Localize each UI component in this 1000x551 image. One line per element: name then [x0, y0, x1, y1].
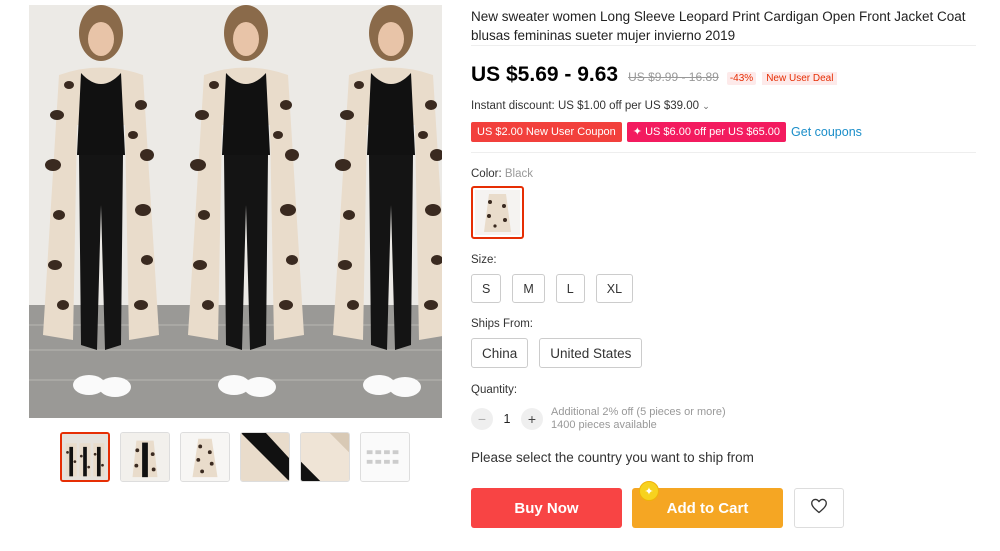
price-row: US $5.69 - 9.63 US $9.99 - 16.89 -43% Ne…	[471, 63, 976, 87]
size-options: S M L XL	[471, 274, 976, 303]
store-coupon[interactable]: ✦ US $6.00 off per US $65.00	[626, 122, 787, 142]
add-to-cart-button[interactable]: ✦ Add to Cart	[632, 481, 783, 528]
thumbnail-strip	[60, 432, 410, 482]
buy-now-button[interactable]: Buy Now	[471, 488, 622, 528]
coupon-row: US $2.00 New User Coupon ✦ US $6.00 off …	[471, 122, 976, 153]
chevron-down-icon: ⌄	[702, 101, 710, 111]
wishlist-button[interactable]	[794, 488, 844, 528]
ships-from-united-states[interactable]: United States	[539, 338, 643, 368]
thumbnail-4[interactable]	[240, 432, 290, 482]
instant-discount[interactable]: Instant discount: US $1.00 off per US $3…	[471, 100, 976, 112]
size-label: Size:	[471, 254, 497, 266]
add-to-cart-label: Add to Cart	[666, 499, 749, 517]
quantity-discount-note: Additional 2% off (5 pieces or more)	[551, 406, 726, 418]
shipping-message: Please select the country you want to sh…	[471, 450, 754, 465]
ships-from-china[interactable]: China	[471, 338, 529, 368]
thumbnail-5[interactable]	[300, 432, 350, 482]
product-info-panel: New sweater women Long Sleeve Leopard Pr…	[471, 0, 976, 528]
thumbnail-6[interactable]	[360, 432, 410, 482]
instant-discount-text: Instant discount: US $1.00 off per US $3…	[471, 100, 700, 112]
get-coupons-link[interactable]: Get coupons	[791, 125, 862, 139]
ships-from-label: Ships From:	[471, 318, 533, 330]
current-price: US $5.69 - 9.63	[471, 63, 619, 86]
product-main-image[interactable]	[29, 5, 442, 418]
size-option-m[interactable]: M	[512, 274, 545, 303]
heart-icon	[810, 498, 828, 519]
new-user-deal-badge: New User Deal	[762, 72, 838, 85]
quantity-increase-button[interactable]: +	[521, 408, 543, 430]
swatch-image	[475, 190, 520, 235]
discount-badge: -43%	[726, 72, 757, 85]
quantity-value[interactable]: 1	[493, 412, 521, 426]
quantity-note: Additional 2% off (5 pieces or more) 140…	[551, 406, 726, 432]
color-swatch-black[interactable]	[471, 186, 524, 239]
thumbnail-1[interactable]	[60, 432, 110, 482]
color-selected-value: Black	[504, 168, 534, 180]
purchase-actions: Buy Now ✦ Add to Cart	[471, 481, 976, 528]
sparkle-badge-icon: ✦	[639, 481, 659, 501]
quantity-available-note: 1400 pieces available	[551, 419, 657, 431]
ships-from-options: China United States	[471, 338, 976, 368]
thumbnail-2[interactable]	[120, 432, 170, 482]
size-option-s[interactable]: S	[471, 274, 502, 303]
quantity-decrease-button[interactable]: −	[471, 408, 493, 430]
color-label: Color: Black	[471, 168, 976, 180]
original-price: US $9.99 - 16.89	[628, 70, 719, 84]
color-label-text: Color:	[471, 168, 502, 180]
size-option-xl[interactable]: XL	[595, 274, 634, 303]
product-title: New sweater women Long Sleeve Leopard Pr…	[471, 0, 976, 46]
thumbnail-3[interactable]	[180, 432, 230, 482]
quantity-stepper: − 1 + Additional 2% off (5 pieces or mor…	[471, 406, 976, 432]
size-option-l[interactable]: L	[555, 274, 585, 303]
quantity-label: Quantity:	[471, 384, 518, 396]
new-user-coupon[interactable]: US $2.00 New User Coupon	[471, 122, 622, 142]
